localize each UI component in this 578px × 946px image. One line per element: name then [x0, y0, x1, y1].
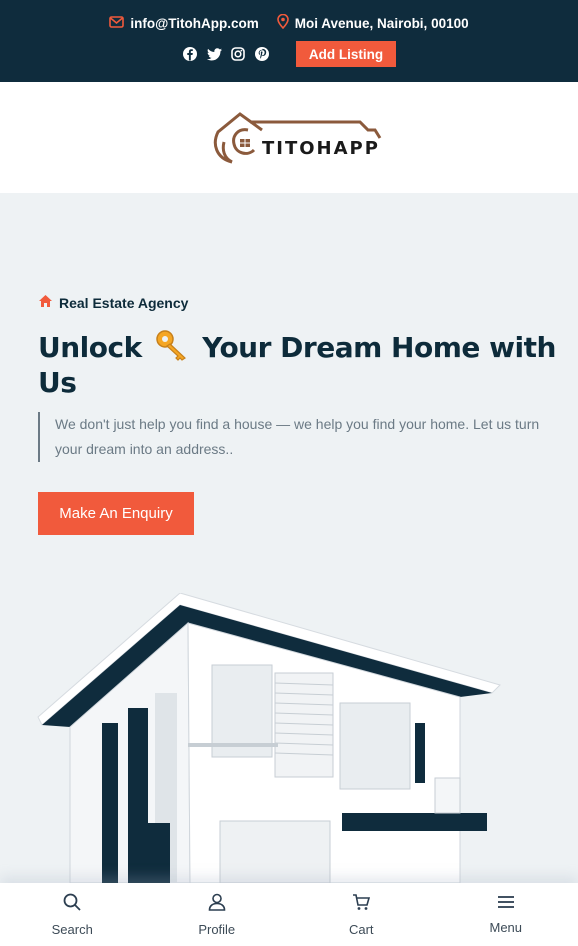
pinterest-icon[interactable] [254, 46, 270, 62]
email-text: info@TitohApp.com [130, 15, 259, 31]
cart-icon [352, 893, 371, 916]
nav-cart[interactable]: Cart [289, 883, 434, 946]
home-icon [38, 294, 53, 311]
make-enquiry-button[interactable]: Make An Enquiry [38, 492, 194, 535]
mail-icon [109, 15, 125, 31]
nav-search-label: Search [51, 921, 93, 937]
twitter-icon[interactable] [206, 46, 222, 62]
location-pin-icon [276, 13, 289, 32]
nav-menu-label: Menu [489, 919, 523, 935]
hero-tag-text: Real Estate Agency [59, 294, 189, 311]
hero-lead-text: We don't just help you find a house — we… [38, 412, 558, 462]
nav-menu[interactable]: Menu [434, 883, 578, 946]
instagram-icon[interactable] [230, 46, 246, 62]
nav-profile-label: Profile [198, 921, 236, 937]
facebook-icon[interactable] [182, 46, 198, 62]
headline-part1: Unlock [38, 331, 142, 364]
hero-headline: Unlock Your Dream Home with Us [38, 329, 568, 398]
nav-cart-label: Cart [348, 921, 374, 937]
address-text: Moi Avenue, Nairobi, 00100 [294, 15, 469, 31]
search-icon [63, 893, 81, 916]
nav-profile[interactable]: Profile [145, 883, 290, 946]
site-header: TITOHAPP [0, 82, 578, 193]
add-listing-button[interactable]: Add Listing [296, 41, 396, 67]
social-row: Add Listing [0, 41, 578, 67]
house-illustration [37, 593, 501, 883]
brand-name: TITOHAPP [262, 138, 380, 159]
contact-row: info@TitohApp.com Moi Avenue, Nairobi, 0… [0, 13, 578, 32]
brand-logo[interactable]: TITOHAPP [210, 108, 390, 168]
top-bar: info@TitohApp.com Moi Avenue, Nairobi, 0… [0, 0, 578, 82]
email-link[interactable]: info@TitohApp.com [109, 15, 259, 31]
nav-search[interactable]: Search [0, 883, 145, 946]
menu-icon [497, 895, 515, 914]
bottom-navigation: Search Profile Cart Menu [0, 883, 578, 946]
hero-tag: Real Estate Agency [38, 294, 188, 311]
hero-section: Real Estate Agency Unlock Your Dream Hom… [0, 193, 578, 883]
address-info: Moi Avenue, Nairobi, 00100 [276, 13, 469, 32]
user-icon [208, 893, 226, 916]
key-icon [155, 329, 189, 367]
